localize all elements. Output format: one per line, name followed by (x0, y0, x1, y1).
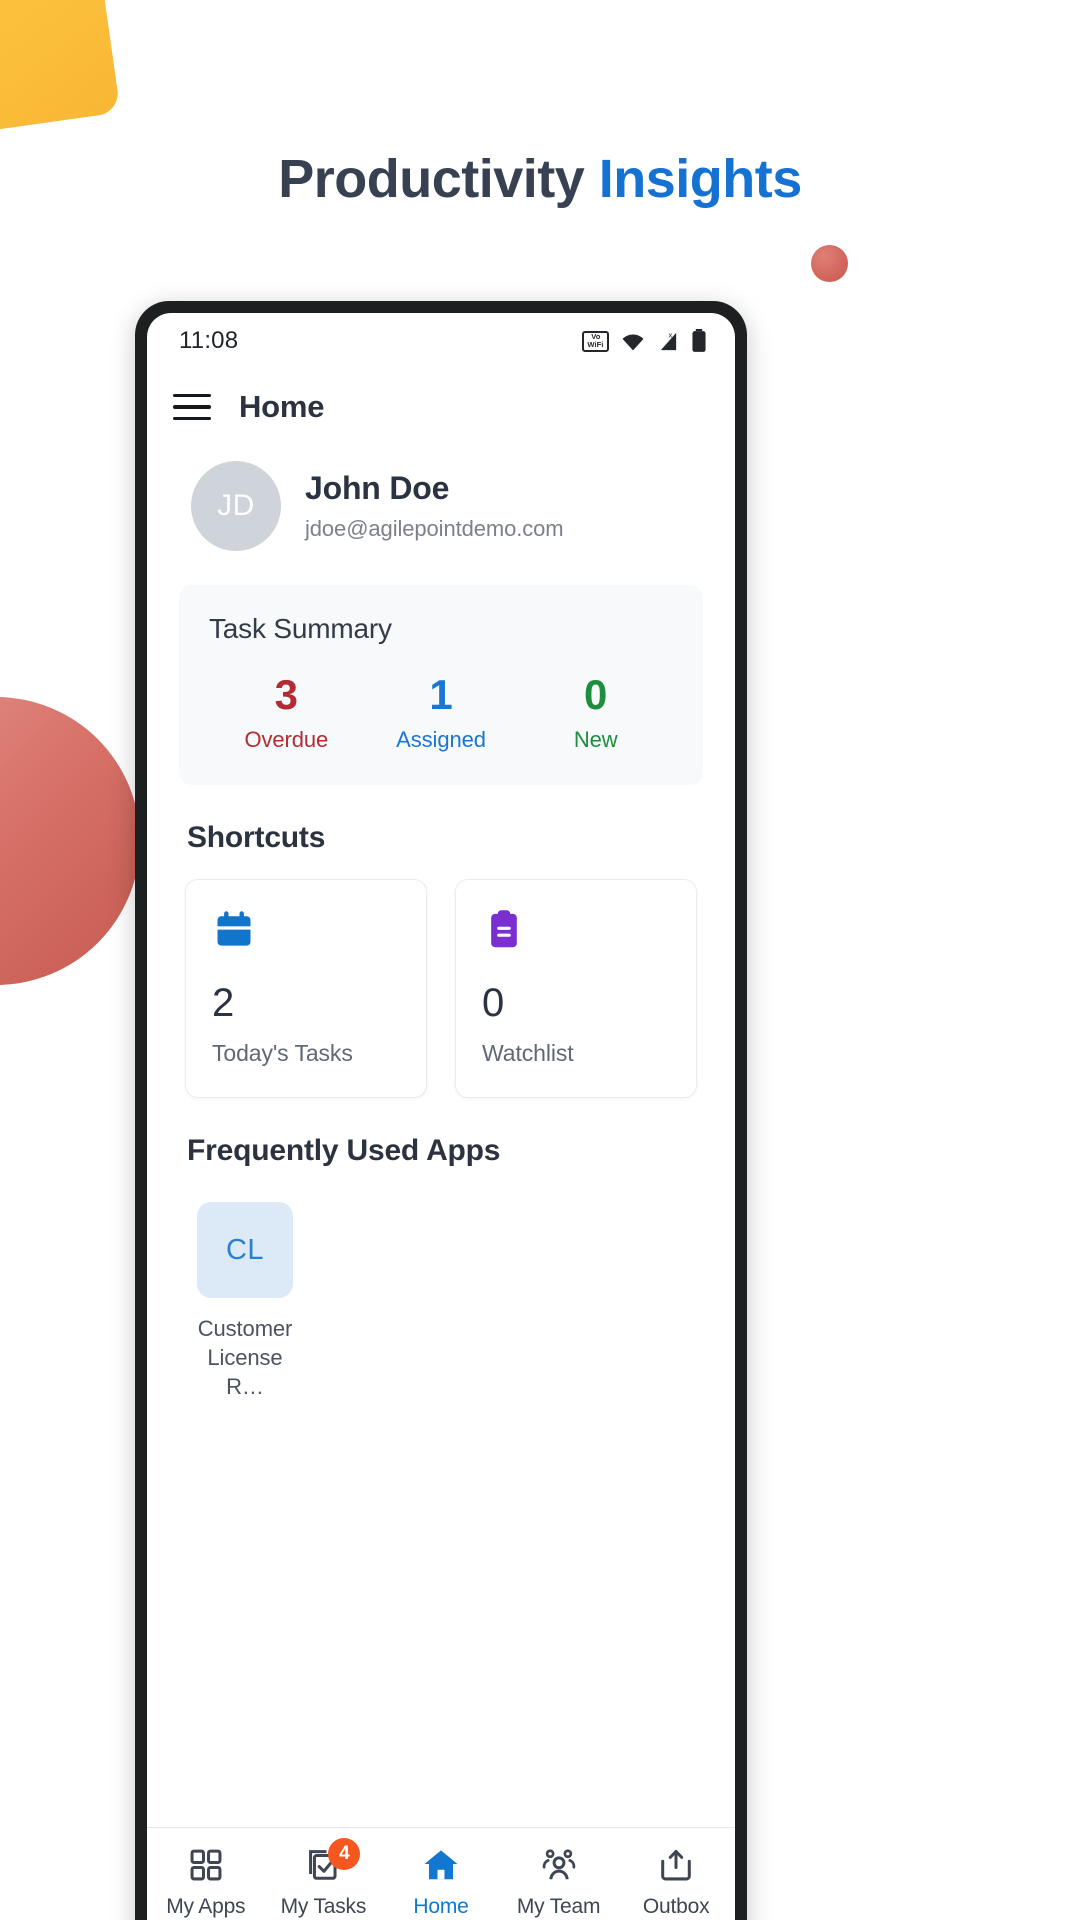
stat-overdue-value: 3 (274, 671, 299, 718)
clipboard-icon (491, 910, 517, 948)
grid-apps-icon (187, 1844, 225, 1886)
stat-overdue[interactable]: 3 Overdue (209, 671, 364, 753)
home-icon (422, 1844, 460, 1886)
stat-assigned[interactable]: 1 Assigned (364, 671, 519, 753)
task-summary-stats: 3 Overdue 1 Assigned 0 New (209, 671, 673, 753)
stat-new[interactable]: 0 New (518, 671, 673, 753)
shortcut-card-todays-tasks[interactable]: 2 Today's Tasks (185, 879, 427, 1099)
status-time: 11:08 (179, 327, 239, 354)
avatar: JD (191, 461, 281, 551)
stat-new-label: New (573, 727, 618, 753)
hamburger-line (173, 393, 211, 398)
nav-item-outbox[interactable]: Outbox (617, 1844, 735, 1919)
nav-label-outbox: Outbox (642, 1895, 710, 1918)
volte-line-2: WiFi (587, 340, 604, 349)
page-title: Productivity Insights (0, 148, 1080, 210)
bottom-navigation-bar: My Apps 4 My Tasks Home My Team Outbox (147, 1827, 735, 1920)
team-people-icon (540, 1844, 578, 1886)
status-bar: 11:08 Vo WiFi x (147, 313, 735, 369)
nav-item-my-team[interactable]: My Team (500, 1844, 618, 1919)
shortcuts-row: 2 Today's Tasks 0 Watchlist (179, 879, 703, 1099)
task-summary-card: Task Summary 3 Overdue 1 Assigned 0 New (179, 585, 703, 786)
hamburger-line (173, 416, 211, 421)
battery-icon (692, 329, 706, 352)
wifi-icon (622, 333, 644, 350)
shortcut-todays-tasks-count: 2 (212, 981, 235, 1026)
frequent-apps-heading: Frequently Used Apps (187, 1134, 501, 1168)
user-name: John Doe (305, 470, 450, 506)
nav-label-home: Home (413, 1895, 469, 1918)
user-profile-text: John Doe jdoe@agilepointdemo.com (305, 470, 564, 542)
app-bar: Home (147, 369, 735, 445)
nav-label-my-tasks: My Tasks (280, 1895, 367, 1918)
nav-badge-my-tasks: 4 (328, 1838, 361, 1870)
decorative-red-circle (0, 697, 140, 985)
nav-label-my-apps: My Apps (166, 1895, 246, 1918)
decorative-red-dot (811, 245, 848, 282)
calendar-icon (217, 911, 251, 946)
volte-icon: Vo WiFi (582, 330, 609, 352)
decorative-yellow-shape (0, 0, 121, 135)
task-check-icon: 4 (304, 1838, 361, 1886)
shortcut-watchlist-count: 0 (482, 981, 505, 1026)
shortcut-watchlist-label: Watchlist (482, 1040, 574, 1067)
phone-mockup-frame: 11:08 Vo WiFi x Home JD John Doe jdoe@ag… (135, 301, 747, 1920)
nav-label-my-team: My Team (516, 1895, 601, 1918)
app-item-label: Customer License R… (197, 1316, 293, 1400)
shortcut-todays-tasks-label: Today's Tasks (212, 1040, 353, 1067)
task-summary-title: Task Summary (209, 613, 392, 644)
hamburger-line (173, 405, 211, 409)
screen-content: JD John Doe jdoe@agilepointdemo.com Task… (147, 445, 735, 1827)
outbox-upload-icon (657, 1844, 695, 1886)
user-email: jdoe@agilepointdemo.com (305, 516, 564, 541)
shortcuts-heading: Shortcuts (187, 821, 326, 855)
page-title-primary: Productivity (278, 149, 599, 209)
user-profile[interactable]: JD John Doe jdoe@agilepointdemo.com (179, 445, 703, 577)
nav-item-my-apps[interactable]: My Apps (147, 1844, 265, 1919)
status-icon-group: Vo WiFi x (582, 329, 707, 353)
app-tile-initials: CL (197, 1202, 293, 1299)
svg-text:x: x (669, 330, 673, 339)
cellular-signal-icon: x (660, 330, 677, 350)
stat-overdue-label: Overdue (244, 727, 329, 753)
nav-item-home[interactable]: Home (382, 1844, 500, 1919)
nav-item-my-tasks[interactable]: 4 My Tasks (265, 1838, 383, 1919)
stat-assigned-label: Assigned (396, 727, 486, 753)
stat-new-value: 0 (584, 671, 608, 718)
frequent-apps-row: CL Customer License R… (179, 1202, 703, 1401)
shortcut-card-watchlist[interactable]: 0 Watchlist (455, 879, 697, 1099)
app-item-customer-license[interactable]: CL Customer License R… (193, 1202, 297, 1401)
page-title-accent: Insights (598, 149, 803, 209)
hamburger-menu-icon[interactable] (173, 393, 211, 421)
page-root: Productivity Insights 11:08 Vo WiFi x Ho… (0, 0, 1080, 1920)
app-bar-title: Home (239, 389, 325, 424)
stat-assigned-value: 1 (429, 671, 453, 718)
phone-screen: 11:08 Vo WiFi x Home JD John Doe jdoe@ag… (147, 313, 735, 1920)
